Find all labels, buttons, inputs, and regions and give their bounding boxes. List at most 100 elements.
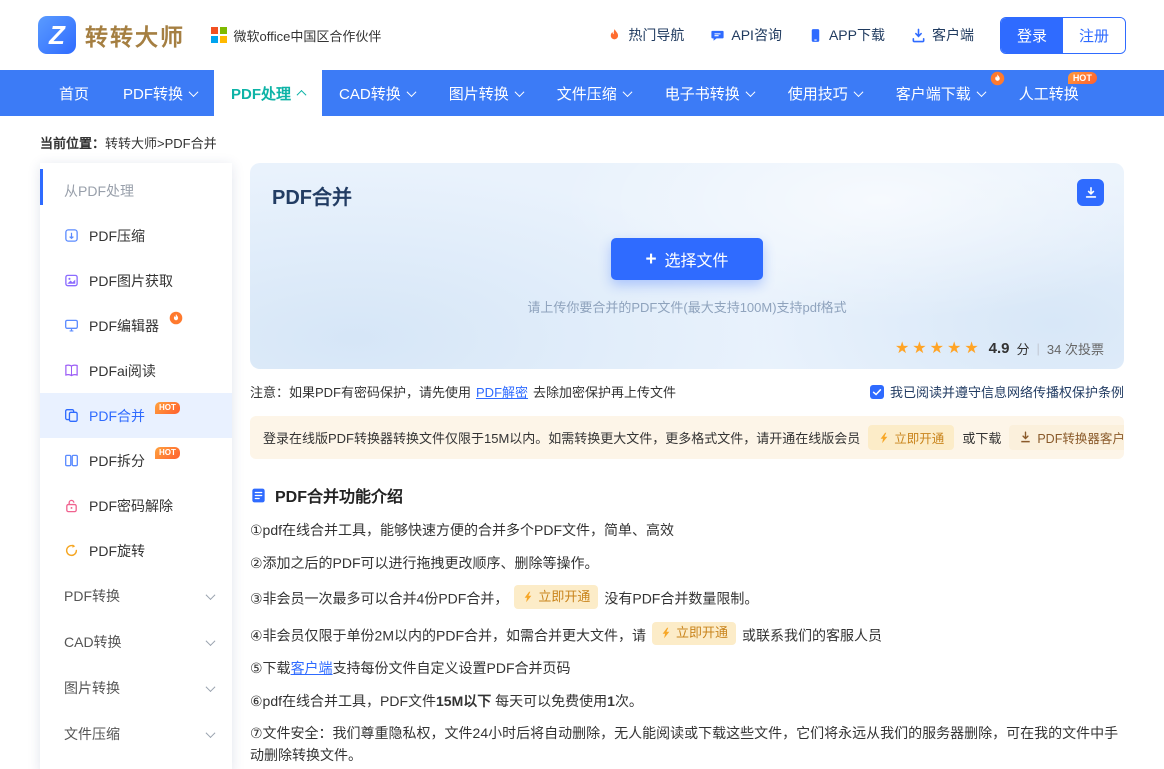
register-button[interactable]: 注册 bbox=[1063, 18, 1125, 53]
microsoft-logo-icon bbox=[211, 27, 227, 43]
rotate-icon bbox=[64, 543, 79, 558]
sidebar-item-pdf-ai-read[interactable]: PDFai阅读 bbox=[40, 348, 232, 393]
sidebar-item-pdf-compress[interactable]: PDF压缩 bbox=[40, 213, 232, 258]
logo[interactable]: Z 转转大师 bbox=[38, 16, 185, 54]
merge-icon bbox=[64, 408, 79, 423]
partner-badge: 微软office中国区合作伙伴 bbox=[211, 26, 381, 45]
chevron-down-icon bbox=[206, 590, 216, 600]
download-icon bbox=[911, 28, 926, 43]
nav-item-pdf-process[interactable]: PDF处理 bbox=[214, 70, 322, 116]
client-download-pill[interactable]: PDF转换器客户端 bbox=[1009, 425, 1124, 450]
download-icon bbox=[1084, 186, 1098, 200]
intro-line-1: ①pdf在线合并工具，能够快速方便的合并多个PDF文件，简单、高效 bbox=[250, 520, 1124, 542]
chevron-down-icon bbox=[206, 682, 216, 692]
select-file-button[interactable]: + 选择文件 bbox=[611, 238, 763, 280]
rating-score: 4.9 bbox=[989, 340, 1010, 357]
password-notice: 注意：如果PDF有密码保护，请先使用PDF解密去除加密保护再上传文件 bbox=[250, 382, 676, 401]
main-nav: 首页 PDF转换 PDF处理 CAD转换 图片转换 文件压缩 电子书转换 使用技… bbox=[0, 70, 1164, 116]
partner-text: 微软office中国区合作伙伴 bbox=[234, 26, 382, 45]
nav-item-cad-convert[interactable]: CAD转换 bbox=[322, 70, 432, 116]
sidebar-group-cad-convert[interactable]: CAD转换 bbox=[40, 619, 232, 665]
sidebar-group-file-compress[interactable]: 文件压缩 bbox=[40, 711, 232, 757]
agreement-checkbox[interactable] bbox=[870, 385, 884, 399]
download-icon bbox=[1019, 431, 1032, 444]
nav-item-image-convert[interactable]: 图片转换 bbox=[432, 70, 540, 116]
sidebar-group-title: 从PDF处理 bbox=[40, 163, 232, 213]
chevron-down-icon bbox=[976, 87, 986, 97]
intro-line-2: ②添加之后的PDF可以进行拖拽更改顺序、删除等操作。 bbox=[250, 553, 1124, 575]
chevron-down-icon bbox=[206, 728, 216, 738]
nav-item-client-download[interactable]: 客户端下载 bbox=[879, 70, 1002, 116]
api-consult-link[interactable]: API咨询 bbox=[710, 25, 782, 45]
client-link[interactable]: 客户端 bbox=[291, 660, 333, 676]
logo-icon: Z bbox=[38, 16, 76, 54]
check-icon bbox=[872, 387, 882, 397]
sidebar-item-pdf-merge[interactable]: PDF合并 HOT bbox=[40, 393, 232, 438]
intro-line-3: ③非会员一次最多可以合并4份PDF合并，立即开通没有PDF合并数量限制。 bbox=[250, 585, 1124, 610]
breadcrumb: 当前位置：转转大师>PDF合并 bbox=[0, 116, 1164, 163]
nav-item-tips[interactable]: 使用技巧 bbox=[771, 70, 879, 116]
download-client-button[interactable] bbox=[1077, 179, 1104, 206]
plus-icon: + bbox=[645, 250, 656, 269]
intro-line-4: ④非会员仅限于单份2M以内的PDF合并，如需合并更大文件，请立即开通或联系我们的… bbox=[250, 622, 1124, 647]
nav-item-manual-convert[interactable]: 人工转换 HOT bbox=[1002, 70, 1096, 116]
vip-promo-bar: 登录在线版PDF转换器转换文件仅限于15M以内。如需转换更大文件，更多格式文件，… bbox=[250, 416, 1124, 459]
chevron-down-icon bbox=[853, 87, 863, 97]
nav-item-file-compress[interactable]: 文件压缩 bbox=[540, 70, 648, 116]
sidebar-item-pdf-editor[interactable]: PDF编辑器 bbox=[40, 303, 232, 348]
chevron-down-icon bbox=[206, 636, 216, 646]
hot-nav-link[interactable]: 热门导航 bbox=[607, 25, 684, 45]
chevron-down-icon bbox=[189, 87, 199, 97]
lightning-icon bbox=[522, 591, 534, 603]
star-rating-icons: ★★★★★ bbox=[895, 338, 982, 358]
top-header: Z 转转大师 微软office中国区合作伙伴 热门导航 API咨询 APP下载 … bbox=[0, 0, 1164, 70]
split-icon bbox=[64, 453, 79, 468]
hot-badge: HOT bbox=[155, 402, 180, 414]
pdf-decrypt-link[interactable]: PDF解密 bbox=[476, 385, 528, 400]
chat-icon bbox=[710, 28, 725, 43]
sidebar-item-pdf-rotate[interactable]: PDF旋转 bbox=[40, 528, 232, 573]
activate-vip-button[interactable]: 立即开通 bbox=[868, 425, 954, 450]
breadcrumb-prefix: 当前位置： bbox=[40, 136, 105, 151]
activate-vip-button[interactable]: 立即开通 bbox=[514, 585, 598, 608]
rating-unit: 分 bbox=[1017, 339, 1030, 358]
client-download-link[interactable]: 客户端 bbox=[911, 25, 974, 45]
book-icon bbox=[64, 363, 79, 378]
flame-badge-icon bbox=[169, 311, 183, 325]
upload-panel[interactable]: PDF合并 + 选择文件 请上传你要合并的PDF文件(最大支持100M)支持pd… bbox=[250, 163, 1124, 369]
intro-line-6: ⑥pdf在线合并工具，PDF文件15M以下 每天可以免费使用1次。 bbox=[250, 691, 1124, 713]
app-download-link[interactable]: APP下载 bbox=[808, 25, 885, 45]
sidebar-group-pdf-convert[interactable]: PDF转换 bbox=[40, 573, 232, 619]
nav-item-pdf-convert[interactable]: PDF转换 bbox=[106, 70, 214, 116]
login-button[interactable]: 登录 bbox=[1001, 18, 1063, 53]
rating: ★★★★★ 4.9 分 | 34 次投票 bbox=[895, 338, 1104, 358]
chevron-down-icon bbox=[745, 87, 755, 97]
rating-votes: 34 次投票 bbox=[1047, 339, 1104, 358]
sidebar-group-image-convert[interactable]: 图片转换 bbox=[40, 665, 232, 711]
intro-line-7: ⑦文件安全：我们尊重隐私权，文件24小时后将自动删除，无人能阅读或下载这些文件，… bbox=[250, 723, 1124, 766]
lightning-icon bbox=[660, 627, 672, 639]
intro-title: PDF合并功能介绍 bbox=[275, 483, 403, 507]
agreement-row[interactable]: 我已阅读并遵守信息网络传播权保护条例 bbox=[870, 382, 1124, 401]
header-quick-links: 热门导航 API咨询 APP下载 客户端 bbox=[607, 25, 974, 45]
sidebar-item-pdf-password-remove[interactable]: PDF密码解除 bbox=[40, 483, 232, 528]
hot-badge: HOT bbox=[155, 447, 180, 459]
promo-or-text: 或下载 bbox=[962, 428, 1001, 447]
sidebar-item-pdf-split[interactable]: PDF拆分 HOT bbox=[40, 438, 232, 483]
image-icon bbox=[64, 273, 79, 288]
activate-vip-button[interactable]: 立即开通 bbox=[652, 622, 736, 645]
rating-divider: | bbox=[1037, 341, 1040, 356]
tool-title: PDF合并 bbox=[272, 181, 1102, 210]
logo-text: 转转大师 bbox=[85, 18, 185, 52]
auth-buttons: 登录 注册 bbox=[1000, 17, 1126, 54]
hot-badge: HOT bbox=[1068, 72, 1097, 84]
nav-item-home[interactable]: 首页 bbox=[42, 70, 106, 116]
sidebar-item-pdf-image-extract[interactable]: PDF图片获取 bbox=[40, 258, 232, 303]
chevron-down-icon bbox=[406, 87, 416, 97]
flame-icon bbox=[607, 28, 622, 43]
chevron-down-icon bbox=[622, 87, 632, 97]
nav-item-ebook-convert[interactable]: 电子书转换 bbox=[648, 70, 771, 116]
feature-intro-section: PDF合并功能介绍 ①pdf在线合并工具，能够快速方便的合并多个PDF文件，简单… bbox=[250, 483, 1124, 767]
chevron-up-icon bbox=[297, 89, 307, 99]
unlock-icon bbox=[64, 498, 79, 513]
